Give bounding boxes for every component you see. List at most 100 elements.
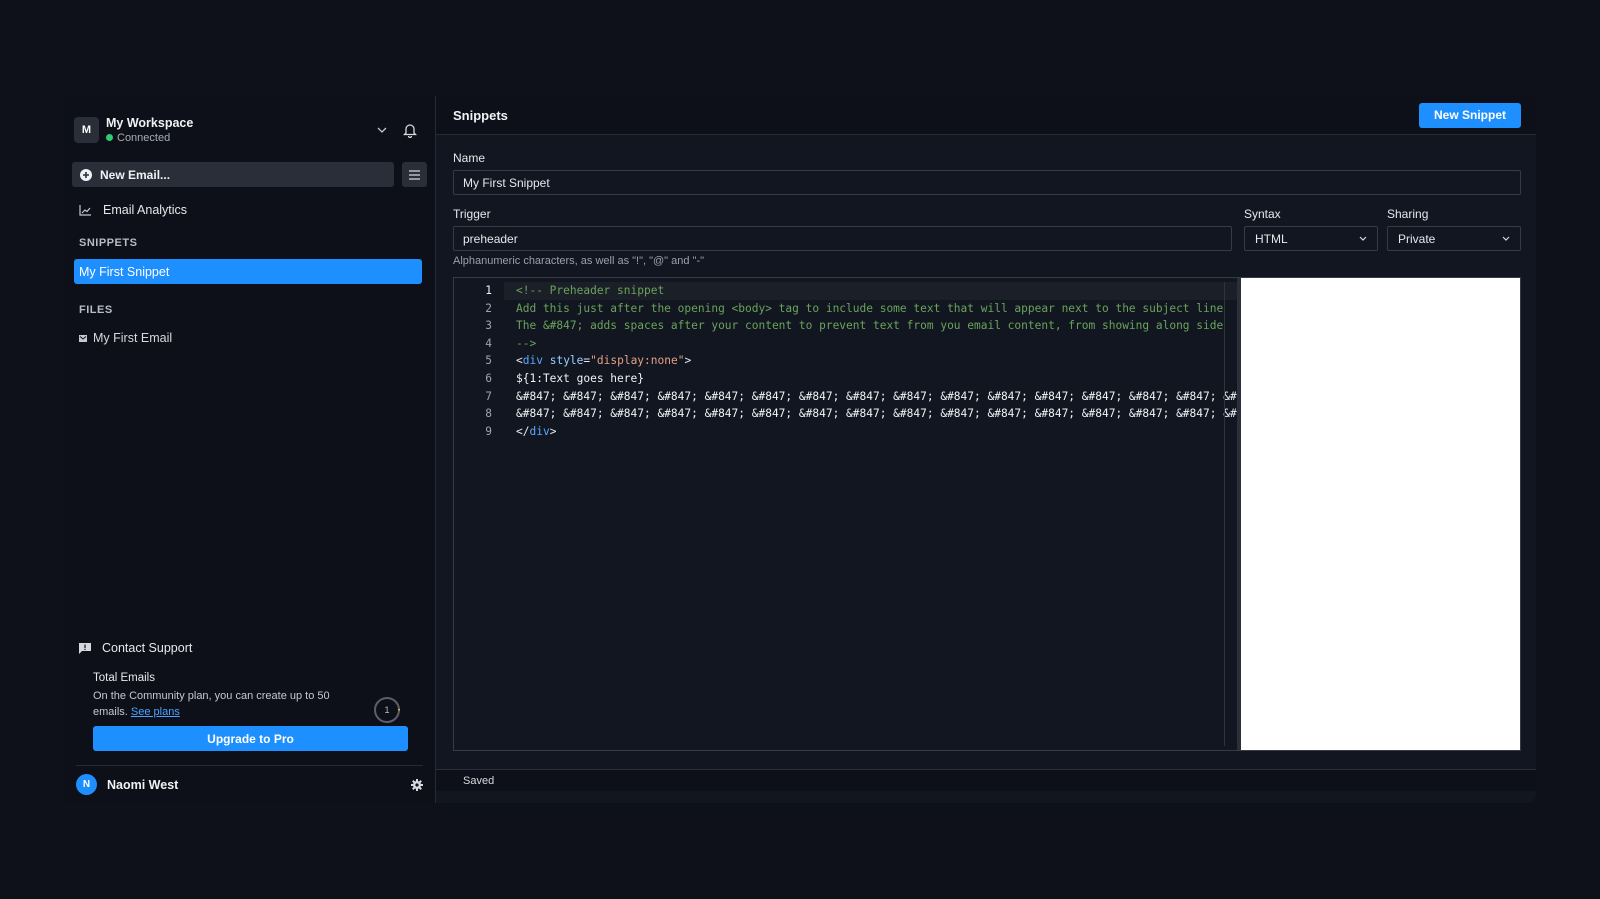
code-text: &#847; &#847; &#847; &#847; &#847; &#847…: [516, 389, 1237, 403]
sidebar-item-snippet[interactable]: My First Snippet: [74, 259, 422, 284]
sharing-select[interactable]: Private: [1387, 226, 1521, 251]
support-chat-icon: [79, 642, 91, 654]
main-header: Snippets New Snippet: [436, 96, 1536, 135]
code-token: >: [549, 424, 557, 438]
chevron-down-icon: [377, 127, 387, 133]
see-plans-link[interactable]: See plans: [131, 706, 180, 718]
main-panel: Snippets New Snippet Name My First Snipp…: [436, 96, 1536, 803]
user-profile: N Naomi West: [76, 765, 423, 803]
code-token: >: [684, 354, 692, 368]
trigger-label: Trigger: [453, 207, 491, 221]
sidebar: M My Workspace Connected New Email... Em…: [64, 96, 436, 803]
name-label: Name: [453, 151, 486, 165]
line-number: 7: [485, 389, 492, 403]
trigger-field: Trigger preheader: [453, 207, 1232, 251]
status-bar: Saved: [436, 769, 1536, 791]
line-number: 6: [485, 371, 492, 385]
sidebar-item-file[interactable]: My First Email: [64, 328, 435, 348]
code-line: 5 <div style="display:none">: [454, 352, 1237, 370]
preview-pane: [1241, 278, 1520, 750]
code-text: </div>: [504, 423, 1237, 441]
mail-icon: [79, 334, 87, 342]
chart-line-icon: [79, 204, 93, 216]
code-line: 3 The &#847; adds spaces after your cont…: [454, 317, 1237, 335]
workspace-info: My Workspace Connected: [106, 116, 371, 145]
sidebar-item-label: My First Email: [93, 331, 173, 345]
code-editor[interactable]: 1 <!-- Preheader snippet 2 Add this just…: [454, 278, 1237, 750]
workspace-name: My Workspace: [106, 115, 194, 130]
new-email-button[interactable]: New Email...: [72, 162, 394, 187]
syntax-field: Syntax HTML: [1244, 207, 1378, 251]
gear-icon: [411, 778, 423, 791]
contact-support-link[interactable]: Contact Support: [64, 638, 435, 658]
code-line: 6 ${1:Text goes here}: [454, 370, 1237, 388]
app-window: M My Workspace Connected New Email... Em…: [64, 96, 1536, 803]
user-avatar[interactable]: N: [76, 774, 97, 795]
code-text: <div style="display:none">: [504, 352, 1237, 370]
line-number: 3: [485, 319, 492, 333]
plan-title: Total Emails: [93, 672, 155, 684]
code-text: -->: [516, 336, 537, 350]
code-line: 2 Add this just after the opening <body>…: [454, 300, 1237, 318]
sidebar-item-label: Email Analytics: [103, 203, 188, 217]
code-text: Add this just after the opening <body> t…: [516, 301, 1224, 315]
settings-button[interactable]: [411, 778, 423, 791]
contact-support-label: Contact Support: [102, 641, 193, 655]
trigger-hint: Alphanumeric characters, as well as "!",…: [453, 255, 705, 267]
new-email-row: New Email...: [64, 152, 435, 187]
code-token: </: [516, 424, 530, 438]
snippets-heading: SNIPPETS: [79, 237, 138, 249]
code-token: style: [549, 354, 584, 368]
plus-circle-icon: [80, 168, 92, 181]
code-line: 8 &#847; &#847; &#847; &#847; &#847; &#8…: [454, 405, 1237, 423]
trigger-input[interactable]: preheader: [453, 226, 1232, 251]
user-name: Naomi West: [107, 777, 179, 792]
files-heading: FILES: [79, 304, 113, 316]
code-text: <!-- Preheader snippet: [504, 282, 1237, 300]
notifications-button[interactable]: [399, 119, 421, 141]
plan-description: On the Community plan, you can create up…: [93, 688, 348, 720]
line-number: 5: [485, 354, 492, 368]
plan-text: On the Community plan, you can create up…: [93, 690, 330, 718]
workspace-status: Connected: [106, 131, 371, 145]
code-token: div: [529, 424, 550, 438]
workspace-avatar[interactable]: M: [74, 117, 99, 143]
new-snippet-button[interactable]: New Snippet: [1418, 102, 1521, 128]
snippet-form: Name My First Snippet Trigger preheader …: [436, 135, 1536, 267]
upgrade-to-pro-button[interactable]: Upgrade to Pro: [93, 726, 408, 751]
line-number: 2: [485, 301, 492, 315]
save-status: Saved: [463, 774, 495, 787]
chevron-down-icon: [1502, 236, 1510, 241]
code-token: div: [522, 354, 543, 368]
usage-count: 1: [384, 705, 390, 715]
plan-usage-card: Total Emails On the Community plan, you …: [64, 658, 435, 751]
code-text: ${1:Text goes here}: [516, 371, 644, 385]
code-text: The &#847; adds spaces after your conten…: [516, 319, 1224, 333]
workspace-status-text: Connected: [117, 131, 171, 144]
code-line: 9 </div>: [454, 423, 1237, 441]
code-line: 4 -->: [454, 335, 1237, 353]
menu-button[interactable]: [402, 162, 427, 187]
sharing-value: Private: [1398, 231, 1436, 246]
sidebar-item-email-analytics[interactable]: Email Analytics: [64, 197, 435, 223]
workspace-header: M My Workspace Connected: [64, 96, 435, 152]
new-email-label: New Email...: [100, 167, 171, 182]
page-title: Snippets: [453, 107, 508, 123]
line-number: 9: [485, 424, 492, 438]
sidebar-item-label: My First Snippet: [79, 264, 170, 279]
line-number: 4: [485, 336, 492, 350]
code-token: <: [516, 354, 523, 368]
editor-scrollbar[interactable]: [1224, 282, 1225, 746]
name-input[interactable]: My First Snippet: [453, 170, 1521, 195]
line-number: 8: [485, 407, 492, 421]
workspace-switcher-button[interactable]: [371, 119, 393, 141]
sharing-field: Sharing Private: [1387, 207, 1521, 251]
bell-icon: [403, 123, 417, 138]
line-number: 1: [485, 284, 492, 297]
snippet-editor: 1 <!-- Preheader snippet 2 Add this just…: [453, 277, 1521, 751]
code-line: 7 &#847; &#847; &#847; &#847; &#847; &#8…: [454, 388, 1237, 406]
code-line: 1 <!-- Preheader snippet: [454, 282, 1237, 300]
syntax-value: HTML: [1255, 231, 1288, 246]
code-text: &#847; &#847; &#847; &#847; &#847; &#847…: [516, 407, 1237, 421]
syntax-select[interactable]: HTML: [1244, 226, 1378, 251]
